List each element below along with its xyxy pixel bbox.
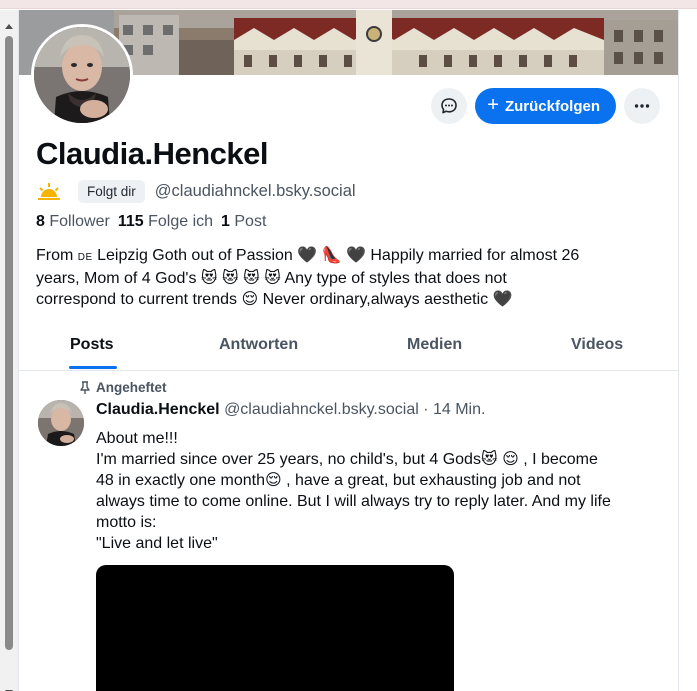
following-stat[interactable]: 115 Folge ich <box>118 213 213 231</box>
posts-stat: 1 Post <box>221 213 266 231</box>
flag-de-icon: DE <box>77 252 93 263</box>
profile-display-name: Claudia.Henckel <box>36 136 268 171</box>
profile-bio: From DE Leipzig Goth out of Passion 🖤 👠 … <box>36 245 666 310</box>
profile-actions: + Zurückfolgen <box>431 88 660 124</box>
following-count: 115 <box>117 213 144 230</box>
plus-icon: + <box>487 94 499 116</box>
ellipsis-icon <box>634 104 650 108</box>
post-avatar-photo <box>38 400 84 446</box>
pinned-label: Angeheftet <box>96 380 167 395</box>
bio-text-b: Leipzig Goth out of Passion 🖤 👠 🖤 Happil… <box>92 247 580 264</box>
following-label: Folge ich <box>148 213 214 230</box>
tab-videos[interactable]: Videos <box>571 336 623 354</box>
post-header: Claudia.Henckel @claudiahnckel.bsky.soci… <box>96 401 485 419</box>
avatar-photo <box>34 27 130 123</box>
scroll-up-arrow-icon[interactable] <box>5 24 13 29</box>
scrollbar-thumb[interactable] <box>5 36 13 650</box>
tab-posts[interactable]: Posts <box>70 336 114 354</box>
followers-label: Follower <box>49 213 110 230</box>
followers-count: 8 <box>36 213 45 230</box>
more-options-button[interactable] <box>624 88 660 124</box>
post-separator: · <box>418 401 433 418</box>
bio-line-3: correspond to current trends 😌 Never ord… <box>36 291 513 308</box>
posts-label: Post <box>234 213 267 230</box>
post-media-video[interactable] <box>96 565 454 691</box>
sunrise-icon <box>38 182 60 200</box>
posts-count: 1 <box>221 213 230 230</box>
follow-back-button[interactable]: + Zurückfolgen <box>475 88 616 124</box>
message-button[interactable] <box>431 88 468 124</box>
active-tab-indicator <box>69 366 117 369</box>
pinned-indicator: Angeheftet <box>79 380 167 395</box>
post-author-name[interactable]: Claudia.Henckel <box>96 401 220 418</box>
post-text: About me!!! I'm married since over 25 ye… <box>96 430 611 552</box>
profile-tabs: Posts Antworten Medien Videos <box>19 330 678 371</box>
profile-handle[interactable]: @claudiahnckel.bsky.social <box>155 182 356 201</box>
post-timestamp[interactable]: 14 Min. <box>433 401 485 418</box>
bio-line-1: From DE Leipzig Goth out of Passion 🖤 👠 … <box>36 245 666 268</box>
profile-stats: 8 Follower 115 Folge ich 1 Post <box>36 213 266 231</box>
tab-replies[interactable]: Antworten <box>219 336 298 354</box>
bio-text-a: From <box>36 247 78 264</box>
pin-icon <box>80 380 90 394</box>
browser-top-strip <box>0 0 697 9</box>
post-author-handle[interactable]: @claudiahnckel.bsky.social <box>224 401 419 418</box>
profile-avatar[interactable] <box>31 24 133 126</box>
post-author-avatar[interactable] <box>38 400 84 446</box>
scrollbar[interactable] <box>0 10 18 691</box>
chat-bubble-icon <box>441 98 458 114</box>
follows-you-badge: Folgt dir <box>78 180 145 203</box>
bio-line-2: years, Mom of 4 God's 😻 😻 😻 😻 Any type o… <box>36 270 507 287</box>
profile-meta-row: Folgt dir @claudiahnckel.bsky.social <box>36 180 356 203</box>
followers-stat[interactable]: 8 Follower <box>36 213 110 231</box>
tab-media[interactable]: Medien <box>407 336 462 354</box>
follow-back-label: Zurückfolgen <box>504 97 600 115</box>
profile-page: + Zurückfolgen Claudia.Henckel Folgt dir… <box>18 10 679 691</box>
